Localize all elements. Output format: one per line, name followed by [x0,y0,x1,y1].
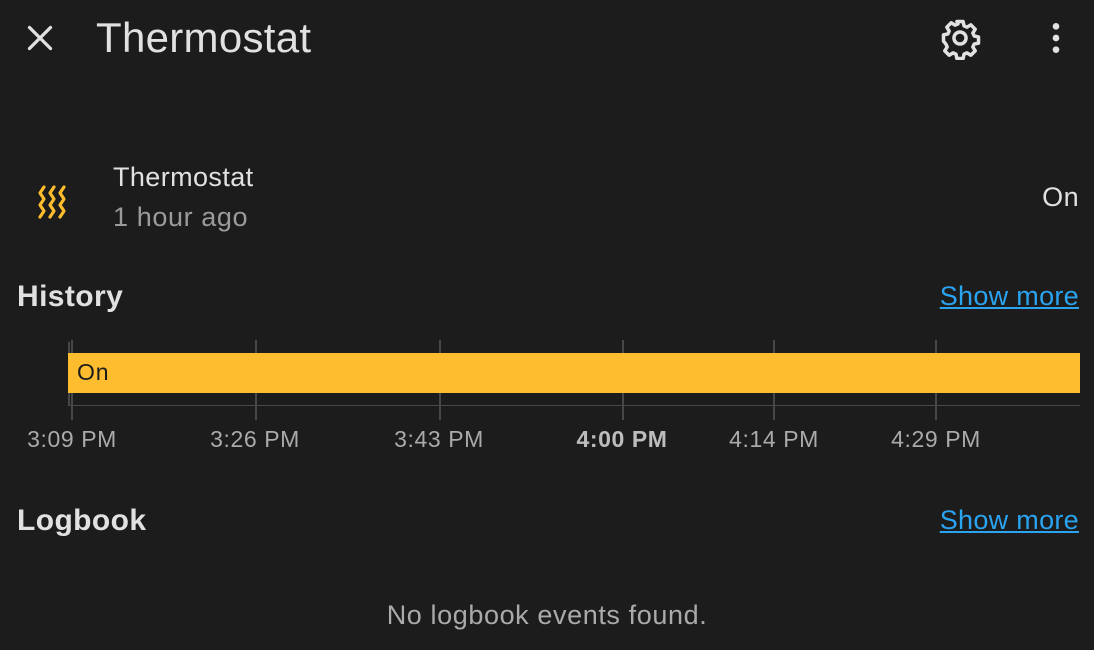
dialog-header: Thermostat [0,0,1094,80]
history-show-more-link[interactable]: Show more [940,281,1079,312]
close-button[interactable] [16,14,64,62]
entity-last-changed: 1 hour ago [113,202,249,232]
heat-waves-icon [32,180,80,228]
logbook-empty-message: No logbook events found. [386,600,708,630]
logbook-title: Logbook [17,504,147,537]
close-icon [27,25,53,51]
settings-button[interactable] [936,14,984,62]
logbook-show-more-link[interactable]: Show more [940,505,1079,536]
tick-label: 4:29 PM [891,426,981,452]
tick-label: 3:26 PM [210,426,300,452]
tick-label-major: 4:00 PM [576,426,668,452]
more-options-button[interactable] [1032,14,1080,62]
tick-label: 3:09 PM [27,426,117,452]
dialog-title: Thermostat [96,14,312,61]
gear-icon [941,19,981,60]
history-timeline: On 3:09 PM 3:26 PM 3:43 PM 4:00 PM 4:14 … [0,340,1094,470]
entity-state: On [1042,182,1079,212]
state-bar-on[interactable]: On [68,353,1080,393]
entity-name: Thermostat [113,162,254,192]
entity-row[interactable]: Thermostat 1 hour ago On [0,160,1094,240]
timeline-axis [68,405,1080,406]
history-title: History [17,280,124,313]
dots-vertical-icon [1052,23,1060,53]
tick-label: 3:43 PM [394,426,484,452]
state-bar-label: On [77,359,110,385]
more-info-dialog: Thermostat Thermostat 1 hour ago On Hist… [0,0,1094,650]
tick-label: 4:14 PM [729,426,819,452]
